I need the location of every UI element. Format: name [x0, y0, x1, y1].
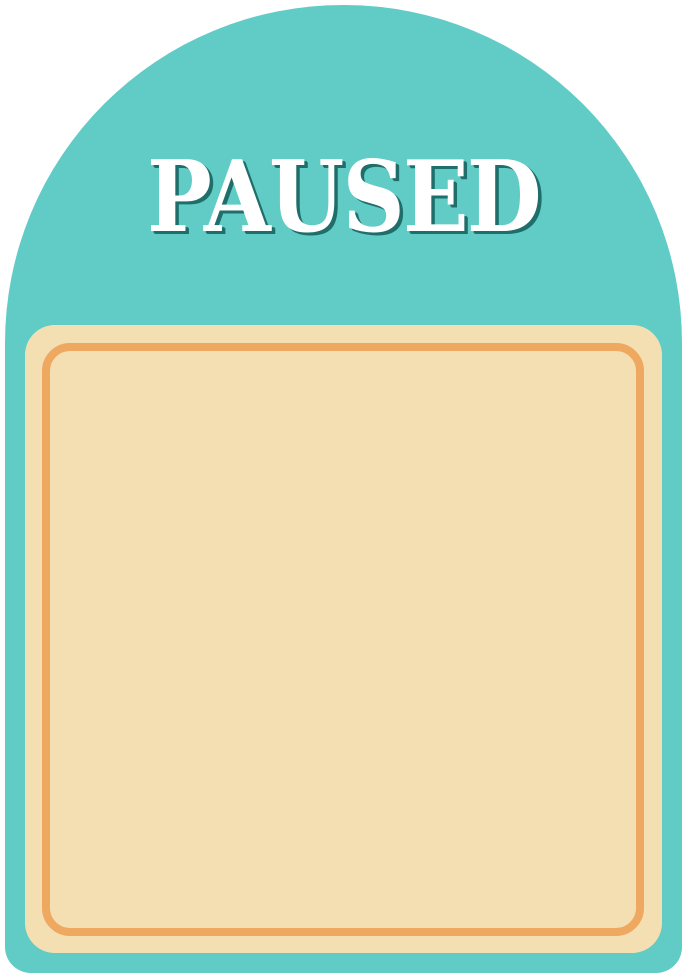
menu-content-area [42, 343, 644, 936]
pause-title: PAUSED [147, 140, 542, 255]
pause-panel: PAUSED [5, 5, 682, 973]
menu-content-card [25, 325, 662, 953]
